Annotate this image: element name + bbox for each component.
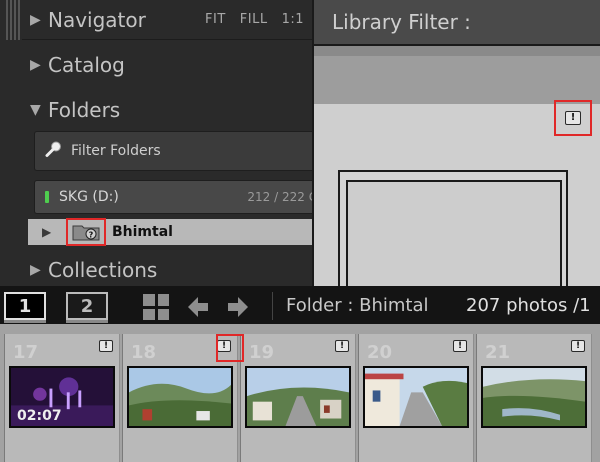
left-panel: ▶ Navigator FIT FILL 1:1 ▶ Catalog ▼ Fol… bbox=[0, 0, 318, 288]
collections-panel-header[interactable]: ▶ Collections bbox=[22, 252, 312, 288]
street-thumbnail[interactable] bbox=[245, 366, 351, 428]
missing-file-badge: ! bbox=[335, 340, 349, 352]
lane-thumbnail[interactable] bbox=[363, 366, 469, 428]
valley-thumbnail[interactable] bbox=[481, 366, 587, 428]
highlighted-missing-photo-badge: ! bbox=[554, 100, 592, 136]
folder-name: Bhimtal bbox=[112, 224, 173, 240]
folders-title: Folders bbox=[48, 98, 121, 122]
volume-row[interactable]: SKG (D:) 212 / 222 G bbox=[34, 180, 318, 214]
hills-thumbnail[interactable] bbox=[127, 366, 233, 428]
collections-title: Collections bbox=[48, 258, 158, 282]
video-duration: 02:07 bbox=[17, 408, 62, 424]
missing-file-icon[interactable]: ! bbox=[335, 340, 349, 352]
cell-index: 17 bbox=[13, 342, 39, 363]
filmstrip-cell[interactable]: 21 ! bbox=[476, 334, 592, 462]
svg-text:?: ? bbox=[89, 231, 94, 240]
navigator-panel-header[interactable]: ▶ Navigator FIT FILL 1:1 bbox=[22, 0, 312, 40]
filter-folders-field[interactable]: Filter Folders bbox=[34, 131, 312, 171]
cell-index: 18 bbox=[131, 342, 157, 363]
source-folder-label[interactable]: Folder : Bhimtal bbox=[286, 286, 429, 324]
expand-triangle-icon[interactable]: ▶ bbox=[22, 262, 48, 278]
toolbar-divider bbox=[272, 292, 273, 320]
library-filter-bar: Library Filter : bbox=[312, 0, 600, 44]
folder-item-bhimtal[interactable]: ▶ ? Bhimtal bbox=[28, 218, 312, 246]
library-main-view: Library Filter : ! bbox=[312, 0, 600, 290]
photo-count: 207 photos /1 bbox=[466, 294, 591, 316]
missing-file-icon[interactable]: ! bbox=[99, 340, 113, 352]
filmstrip-toolbar: 1 2 Folder : Bhimtal 207 photos /1 bbox=[0, 286, 600, 324]
catalog-panel-header[interactable]: ▶ Catalog bbox=[22, 45, 312, 85]
missing-folder-icon[interactable]: ? bbox=[66, 218, 106, 246]
catalog-title: Catalog bbox=[48, 53, 125, 77]
volume-status-led-icon bbox=[45, 191, 49, 203]
primary-window-button[interactable]: 1 bbox=[4, 292, 46, 323]
library-filter-title: Library Filter : bbox=[332, 10, 471, 34]
missing-file-badge: ! bbox=[99, 340, 113, 352]
missing-file-icon[interactable]: ! bbox=[453, 340, 467, 352]
cell-index: 21 bbox=[485, 342, 511, 363]
missing-file-badge: ! bbox=[571, 340, 585, 352]
highlighted-missing-file-badge bbox=[216, 334, 244, 362]
volume-name: SKG (D:) bbox=[59, 189, 119, 205]
filmstrip-cell[interactable]: 20 ! bbox=[358, 334, 474, 462]
expand-triangle-icon[interactable]: ▶ bbox=[22, 57, 48, 73]
forward-arrow-icon[interactable] bbox=[224, 293, 252, 321]
grid-view-icon[interactable] bbox=[143, 294, 169, 320]
collapse-triangle-icon[interactable]: ▼ bbox=[22, 102, 48, 118]
expand-triangle-icon[interactable]: ▶ bbox=[42, 225, 60, 239]
panel-grip-handle[interactable] bbox=[6, 0, 20, 40]
search-icon bbox=[45, 140, 63, 162]
missing-file-badge: ! bbox=[453, 340, 467, 352]
secondary-window-button[interactable]: 2 bbox=[66, 292, 108, 323]
zoom-1to1-button[interactable]: 1:1 bbox=[282, 12, 304, 27]
cell-index: 20 bbox=[367, 342, 393, 363]
filter-folders-placeholder: Filter Folders bbox=[71, 143, 161, 159]
expand-triangle-icon[interactable]: ▶ bbox=[22, 12, 48, 28]
cell-index: 19 bbox=[249, 342, 275, 363]
filmstrip-cell[interactable]: 19 ! bbox=[240, 334, 356, 462]
video-thumbnail[interactable]: 02:07 bbox=[9, 366, 115, 428]
navigator-title: Navigator bbox=[48, 7, 146, 32]
filmstrip: 17 ! 02:07 18 ! 19 ! 20 ! 21 ! bbox=[0, 324, 600, 462]
missing-file-icon[interactable]: ! bbox=[565, 111, 581, 125]
back-arrow-icon[interactable] bbox=[184, 293, 212, 321]
zoom-fill-button[interactable]: FILL bbox=[240, 12, 268, 27]
volume-space: 212 / 222 G bbox=[247, 190, 318, 204]
folders-panel-header[interactable]: ▼ Folders bbox=[22, 90, 312, 130]
missing-file-icon[interactable]: ! bbox=[571, 340, 585, 352]
zoom-fit-button[interactable]: FIT bbox=[205, 12, 226, 27]
photo-placeholder[interactable] bbox=[346, 180, 562, 290]
navigator-zoom-options: FIT FILL 1:1 bbox=[205, 12, 312, 27]
filmstrip-cell[interactable]: 17 ! 02:07 bbox=[4, 334, 120, 462]
